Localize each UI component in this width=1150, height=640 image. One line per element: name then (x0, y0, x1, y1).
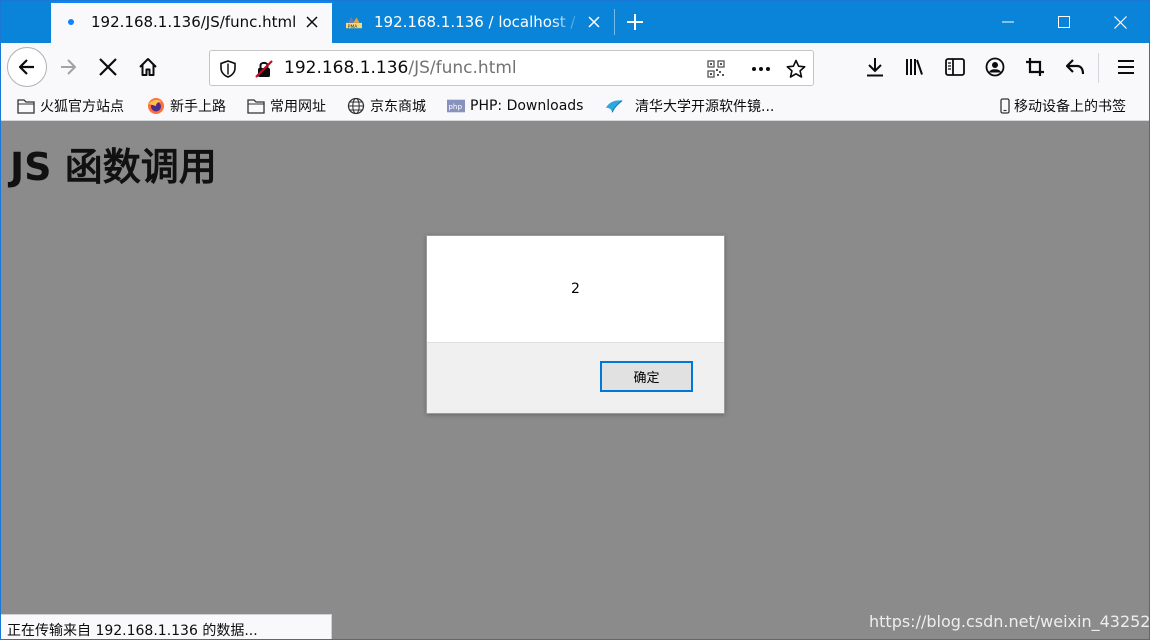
library-button[interactable] (896, 48, 934, 86)
ok-button[interactable]: 确定 (600, 361, 693, 392)
minimize-button[interactable] (980, 1, 1036, 43)
navigation-toolbar: 192.168.1.136/JS/func.html (1, 43, 1149, 91)
bookmark-label: 京东商城 (370, 99, 426, 115)
globe-icon (347, 97, 365, 115)
bookmark-item[interactable]: 火狐官方站点 (17, 95, 124, 117)
maximize-button[interactable] (1036, 1, 1092, 43)
bookmark-item[interactable]: php PHP: Downloads (447, 95, 583, 117)
svg-text:php: php (448, 102, 462, 111)
bookmark-label: 移动设备上的书签 (1014, 99, 1126, 115)
insecure-connection-icon[interactable] (252, 57, 276, 81)
bookmark-label: PHP: Downloads (470, 98, 584, 114)
undo-close-tab-button[interactable] (1056, 48, 1094, 86)
account-button[interactable] (976, 48, 1014, 86)
alert-message-area: 2 (427, 236, 724, 343)
folder-icon (247, 97, 265, 115)
mobile-device-icon (999, 97, 1011, 115)
back-button[interactable] (7, 47, 47, 87)
bookmark-label: 新手上路 (170, 99, 226, 115)
home-button[interactable] (129, 48, 167, 86)
page-content: JS 函数调用 2 确定 (1, 122, 1149, 639)
tab-phpmyadmin[interactable]: PMA 192.168.1.136 / localhost / cd (334, 1, 614, 43)
phpmyadmin-icon: PMA (346, 14, 362, 30)
page-heading: JS 函数调用 (10, 145, 217, 189)
downloads-button[interactable] (856, 48, 894, 86)
php-icon: php (447, 97, 465, 115)
firefox-icon (147, 97, 165, 115)
status-panel: 正在传输来自 192.168.1.136 的数据... (1, 614, 332, 639)
mobile-bookmarks[interactable]: 移动设备上的书签 (999, 95, 1126, 117)
qr-code-icon[interactable] (704, 57, 728, 81)
close-tab-icon[interactable] (582, 10, 606, 34)
bookmark-item[interactable]: 京东商城 (347, 95, 426, 117)
alert-dialog: 2 确定 (426, 235, 725, 414)
bookmark-label: 清华大学开源软件镜... (635, 99, 775, 115)
toolbar-separator (1098, 53, 1099, 83)
browser-window: 192.168.1.136/JS/func.html PMA 192.168.1… (0, 0, 1150, 640)
tab-separator (614, 9, 615, 35)
menu-hamburger-button[interactable] (1107, 48, 1145, 86)
url-host: 192.168.1.136 (284, 58, 409, 78)
sidebar-button[interactable] (936, 48, 974, 86)
stop-loading-button[interactable] (89, 48, 127, 86)
page-actions-icon[interactable] (749, 57, 773, 81)
bookmark-item[interactable]: 新手上路 (147, 95, 226, 117)
tab-func-html[interactable]: 192.168.1.136/JS/func.html (51, 1, 332, 43)
folder-icon (17, 97, 35, 115)
bookmark-item[interactable]: 常用网址 (247, 95, 326, 117)
bookmark-label: 火狐官方站点 (40, 99, 124, 115)
tracking-shield-icon[interactable] (216, 57, 240, 81)
url-text: 192.168.1.136/JS/func.html (284, 58, 517, 78)
bookmarks-toolbar: 火狐官方站点 新手上路 常用网址 京东商城 php PHP: Downloads… (1, 91, 1149, 121)
svg-text:PMA: PMA (348, 24, 358, 30)
bookmark-item[interactable]: 清华大学开源软件镜... (605, 95, 774, 117)
bookmark-star-icon[interactable] (784, 57, 808, 81)
url-path: /JS/func.html (408, 58, 517, 78)
new-tab-button[interactable] (619, 6, 651, 38)
close-window-button[interactable] (1092, 1, 1148, 43)
alert-message: 2 (571, 281, 580, 297)
watermark-text: https://blog.csdn.net/weixin_43252204 (869, 612, 1150, 631)
screenshot-crop-button[interactable] (1016, 48, 1054, 86)
tab-strip: 192.168.1.136/JS/func.html PMA 192.168.1… (1, 1, 1149, 43)
close-tab-icon[interactable] (300, 10, 324, 34)
tsinghua-mirror-icon (605, 97, 623, 115)
forward-button[interactable] (49, 48, 87, 86)
active-tab-accent (51, 1, 332, 3)
loading-dot-icon (63, 14, 79, 30)
address-bar[interactable]: 192.168.1.136/JS/func.html (209, 50, 814, 86)
tab-title: 192.168.1.136 / localhost / cd (374, 13, 582, 31)
bookmark-label: 常用网址 (270, 99, 326, 115)
tab-title: 192.168.1.136/JS/func.html (91, 13, 297, 31)
